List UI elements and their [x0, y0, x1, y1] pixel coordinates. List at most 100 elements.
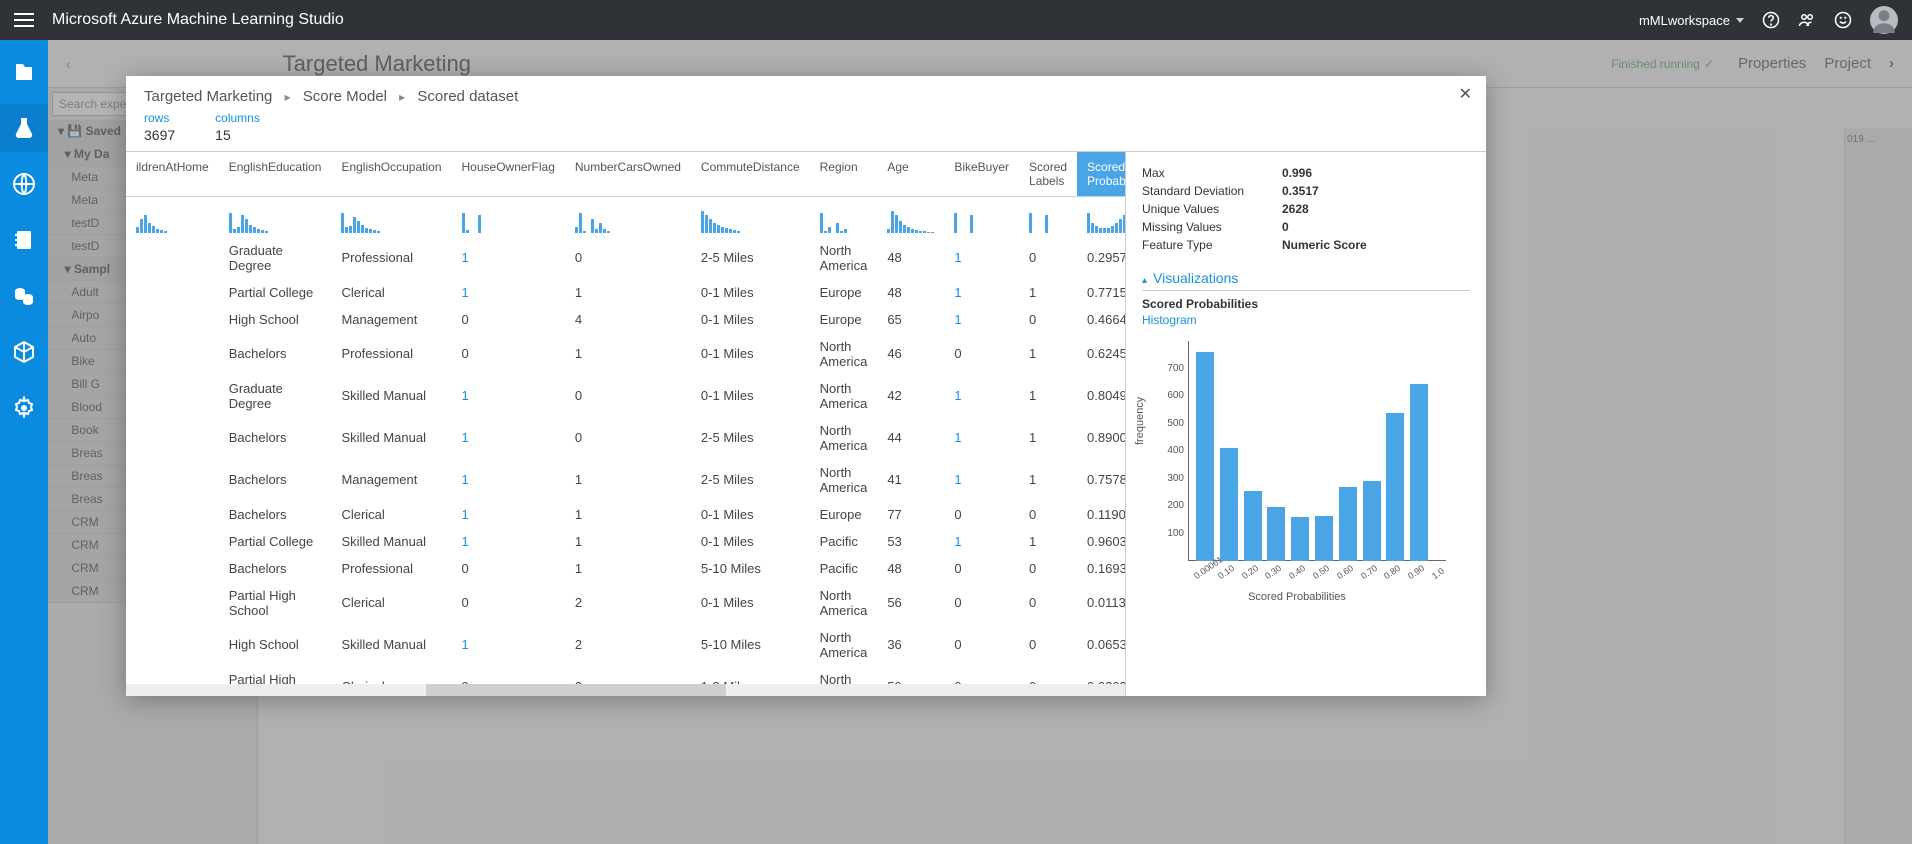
- sparkline: [1087, 207, 1126, 233]
- close-icon[interactable]: ✕: [1459, 84, 1472, 104]
- sparkline: [701, 207, 800, 233]
- bc-output: Scored dataset: [417, 88, 518, 105]
- rail-datasets[interactable]: [0, 272, 48, 320]
- x-tick: 0.60: [1335, 563, 1355, 581]
- y-tick: 700: [1158, 363, 1184, 374]
- people-icon[interactable]: [1798, 11, 1816, 29]
- menu-icon[interactable]: [14, 13, 34, 27]
- x-tick: 1.0: [1430, 566, 1446, 581]
- col-header[interactable]: Region: [810, 152, 878, 197]
- x-tick: 0.70: [1359, 563, 1379, 581]
- data-table[interactable]: ildrenAtHomeEnglishEducationEnglishOccup…: [126, 152, 1126, 696]
- x-tick: 0.90: [1406, 563, 1426, 581]
- x-axis-label: Scored Probabilities: [1142, 591, 1452, 603]
- workspace-selector[interactable]: mMLworkspace: [1639, 13, 1744, 28]
- rows-value: 3697: [144, 127, 175, 143]
- sparkline: [136, 207, 209, 233]
- table-row[interactable]: BachelorsManagement112-5 MilesNorth Amer…: [126, 459, 1126, 501]
- histogram-bar: [1220, 448, 1238, 561]
- y-axis-label: frequency: [1134, 397, 1146, 445]
- x-tick: 0.50: [1311, 563, 1331, 581]
- table-row[interactable]: Partial CollegeClerical110-1 MilesEurope…: [126, 279, 1126, 306]
- y-tick: 400: [1158, 445, 1184, 456]
- sparkline: [954, 207, 1009, 233]
- y-tick: 100: [1158, 528, 1184, 539]
- histogram-bar: [1386, 413, 1404, 562]
- x-tick: 0.20: [1240, 563, 1260, 581]
- rail-settings[interactable]: [0, 384, 48, 432]
- x-tick: 0.30: [1263, 563, 1283, 581]
- table-row[interactable]: Graduate DegreeProfessional102-5 MilesNo…: [126, 237, 1126, 279]
- histogram-chart: frequency 1002003004005006007000.000610.…: [1142, 335, 1452, 595]
- avatar[interactable]: [1870, 6, 1898, 34]
- histogram-bar: [1196, 352, 1214, 561]
- breadcrumb: Targeted Marketing ▸ Score Model ▸ Score…: [126, 76, 1486, 111]
- col-header[interactable]: ildrenAtHome: [126, 152, 219, 197]
- bc-experiment[interactable]: Targeted Marketing: [144, 88, 272, 105]
- col-header[interactable]: EnglishOccupation: [331, 152, 451, 197]
- stat-row: Unique Values2628: [1142, 200, 1470, 218]
- col-header[interactable]: EnglishEducation: [219, 152, 332, 197]
- table-row[interactable]: BachelorsClerical110-1 MilesEurope77000.…: [126, 501, 1126, 528]
- visualizations-header[interactable]: Visualizations: [1142, 270, 1470, 291]
- table-row[interactable]: BachelorsProfessional015-10 MilesPacific…: [126, 555, 1126, 582]
- rail-experiments[interactable]: [0, 104, 48, 152]
- histogram-link[interactable]: Histogram: [1142, 313, 1470, 327]
- table-row[interactable]: Partial High SchoolClerical020-1 MilesNo…: [126, 582, 1126, 624]
- table-row[interactable]: Graduate DegreeSkilled Manual100-1 Miles…: [126, 375, 1126, 417]
- histogram-bar: [1339, 487, 1357, 561]
- col-header[interactable]: Scored Probabilities: [1077, 152, 1126, 197]
- rail-projects[interactable]: [0, 48, 48, 96]
- x-tick: 0.40: [1287, 563, 1307, 581]
- stat-row: Missing Values0: [1142, 218, 1470, 236]
- table-row[interactable]: BachelorsSkilled Manual102-5 MilesNorth …: [126, 417, 1126, 459]
- topbar: Microsoft Azure Machine Learning Studio …: [0, 0, 1912, 40]
- sparkline: [887, 207, 934, 233]
- histogram-bar: [1363, 481, 1381, 561]
- help-icon[interactable]: [1762, 11, 1780, 29]
- sparkline: [341, 207, 441, 233]
- col-header[interactable]: NumberCarsOwned: [565, 152, 691, 197]
- sparkline: [462, 207, 555, 233]
- y-tick: 300: [1158, 473, 1184, 484]
- col-header[interactable]: Scored Labels: [1019, 152, 1077, 197]
- histogram-bar: [1267, 507, 1285, 561]
- stats-panel: Max0.996Standard Deviation0.3517Unique V…: [1126, 152, 1486, 696]
- histogram-bar: [1315, 516, 1333, 561]
- y-tick: 600: [1158, 390, 1184, 401]
- smile-icon[interactable]: [1834, 11, 1852, 29]
- histogram-bar: [1244, 491, 1262, 561]
- y-tick: 500: [1158, 418, 1184, 429]
- bc-module[interactable]: Score Model: [303, 88, 387, 105]
- chevron-right-icon: ▸: [399, 90, 405, 104]
- horizontal-scrollbar[interactable]: [126, 684, 1125, 696]
- rail-web[interactable]: [0, 160, 48, 208]
- stat-row: Standard Deviation0.3517: [1142, 182, 1470, 200]
- sparkline: [1029, 207, 1067, 233]
- stat-row: Feature TypeNumeric Score: [1142, 236, 1470, 254]
- table-row[interactable]: High SchoolSkilled Manual125-10 MilesNor…: [126, 624, 1126, 666]
- table-row[interactable]: High SchoolManagement040-1 MilesEurope65…: [126, 306, 1126, 333]
- histogram-title: Scored Probabilities: [1142, 297, 1470, 311]
- cols-label: columns: [215, 111, 260, 125]
- col-header[interactable]: Age: [877, 152, 944, 197]
- table-row[interactable]: Partial CollegeSkilled Manual110-1 Miles…: [126, 528, 1126, 555]
- y-tick: 200: [1158, 500, 1184, 511]
- x-tick: 0.80: [1382, 563, 1402, 581]
- left-rail: [0, 40, 48, 844]
- col-header[interactable]: BikeBuyer: [944, 152, 1019, 197]
- rows-label: rows: [144, 111, 175, 125]
- chevron-right-icon: ▸: [285, 90, 291, 104]
- sparkline: [229, 207, 322, 233]
- histogram-bar: [1410, 384, 1428, 561]
- histogram-bar: [1291, 517, 1309, 561]
- table-row[interactable]: BachelorsProfessional010-1 MilesNorth Am…: [126, 333, 1126, 375]
- rail-models[interactable]: [0, 328, 48, 376]
- col-header[interactable]: CommuteDistance: [691, 152, 810, 197]
- sparkline: [820, 207, 868, 233]
- rail-notebooks[interactable]: [0, 216, 48, 264]
- cols-value: 15: [215, 127, 260, 143]
- col-header[interactable]: HouseOwnerFlag: [452, 152, 565, 197]
- sparkline: [575, 207, 681, 233]
- visualize-dialog: ✕ Targeted Marketing ▸ Score Model ▸ Sco…: [126, 76, 1486, 696]
